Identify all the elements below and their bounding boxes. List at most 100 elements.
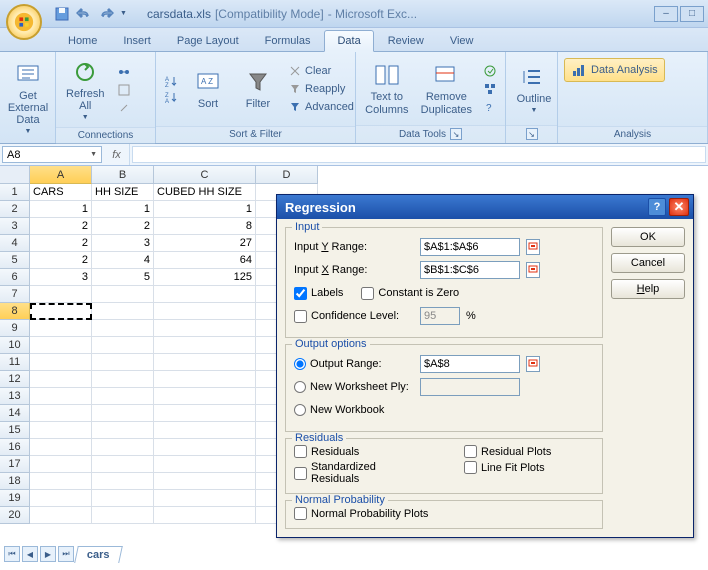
properties-button[interactable] (115, 82, 133, 98)
refedit-icon[interactable] (526, 239, 540, 255)
cell[interactable] (30, 388, 92, 405)
cell[interactable] (30, 405, 92, 422)
cell[interactable] (30, 490, 92, 507)
undo-icon[interactable] (76, 6, 92, 22)
edit-links-button[interactable] (115, 100, 133, 116)
consolidate-button[interactable] (481, 81, 499, 97)
row-header[interactable]: 15 (0, 422, 30, 439)
fx-icon[interactable]: fx (104, 144, 130, 165)
cell[interactable] (30, 337, 92, 354)
cancel-button[interactable]: Cancel (611, 253, 685, 273)
help-icon[interactable]: ? (648, 198, 666, 216)
name-box[interactable]: A8▼ (2, 146, 102, 163)
cell[interactable] (92, 490, 154, 507)
sort-az-button[interactable]: AZ (162, 73, 180, 89)
cell[interactable] (30, 354, 92, 371)
help-button[interactable]: Help (611, 279, 685, 299)
row-header[interactable]: 6 (0, 269, 30, 286)
cell[interactable] (92, 388, 154, 405)
normal-probability-plots-checkbox[interactable]: Normal Probability Plots (294, 507, 594, 520)
clear-button[interactable]: Clear (286, 63, 356, 79)
refedit-icon[interactable] (526, 262, 540, 278)
cell[interactable]: 125 (154, 269, 256, 286)
cell[interactable] (30, 439, 92, 456)
redo-icon[interactable] (98, 6, 114, 22)
cell[interactable]: 1 (30, 201, 92, 218)
data-analysis-button[interactable]: Data Analysis (564, 58, 665, 82)
save-icon[interactable] (54, 6, 70, 22)
reapply-button[interactable]: Reapply (286, 81, 356, 97)
x-range-input[interactable]: $B$1:$C$6 (420, 261, 520, 279)
sheet-tab-cars[interactable]: cars (74, 546, 122, 563)
row-header[interactable]: 2 (0, 201, 30, 218)
tab-review[interactable]: Review (376, 31, 436, 51)
first-sheet-button[interactable]: ⏮ (4, 546, 20, 562)
cell[interactable] (92, 354, 154, 371)
cell[interactable] (92, 303, 154, 320)
cell[interactable] (92, 422, 154, 439)
cell[interactable] (154, 388, 256, 405)
cell[interactable] (30, 456, 92, 473)
select-all-button[interactable] (0, 166, 30, 184)
row-header[interactable]: 3 (0, 218, 30, 235)
row-header[interactable]: 8 (0, 303, 30, 320)
remove-duplicates-button[interactable]: Remove Duplicates (418, 59, 475, 117)
sort-button[interactable]: A ZSort (186, 66, 230, 112)
cell[interactable]: 2 (30, 252, 92, 269)
tab-insert[interactable]: Insert (111, 31, 163, 51)
row-header[interactable]: 18 (0, 473, 30, 490)
cell[interactable] (92, 371, 154, 388)
cell[interactable] (154, 337, 256, 354)
cell[interactable] (92, 473, 154, 490)
cell[interactable]: CARS (30, 184, 92, 201)
what-if-button[interactable]: ? (481, 99, 499, 115)
connections-button[interactable] (115, 64, 133, 80)
refedit-icon[interactable] (526, 356, 540, 372)
cell[interactable]: CUBED HH SIZE (154, 184, 256, 201)
col-header-d[interactable]: D (256, 166, 318, 184)
cell[interactable] (92, 405, 154, 422)
office-button[interactable] (6, 4, 42, 40)
formula-input[interactable] (132, 146, 706, 163)
cell[interactable] (30, 303, 92, 320)
cell[interactable] (30, 286, 92, 303)
cell[interactable] (154, 354, 256, 371)
row-header[interactable]: 16 (0, 439, 30, 456)
ok-button[interactable]: OK (611, 227, 685, 247)
close-icon[interactable]: ✕ (669, 198, 689, 216)
data-validation-button[interactable] (481, 63, 499, 79)
output-range-radio[interactable]: Output Range: (294, 358, 414, 370)
output-range-input[interactable]: $A$8 (420, 355, 520, 373)
dialog-launcher-icon[interactable]: ↘ (526, 128, 538, 140)
new-workbook-radio[interactable]: New Workbook (294, 404, 384, 416)
refresh-all-button[interactable]: Refresh All▼ (62, 56, 109, 123)
cell[interactable] (30, 422, 92, 439)
cell[interactable] (92, 286, 154, 303)
col-header-c[interactable]: C (154, 166, 256, 184)
tab-page-layout[interactable]: Page Layout (165, 31, 251, 51)
row-header[interactable]: 14 (0, 405, 30, 422)
prev-sheet-button[interactable]: ◀ (22, 546, 38, 562)
last-sheet-button[interactable]: ⏭ (58, 546, 74, 562)
confidence-level-input[interactable]: 95 (420, 307, 460, 325)
standardized-residuals-checkbox[interactable]: Standardized Residuals (294, 461, 424, 485)
cell[interactable] (92, 337, 154, 354)
tab-view[interactable]: View (438, 31, 486, 51)
get-external-data-button[interactable]: Get External Data▼ (6, 58, 50, 137)
cell[interactable] (154, 422, 256, 439)
cell[interactable] (154, 473, 256, 490)
cell[interactable]: 1 (154, 201, 256, 218)
cell[interactable] (154, 286, 256, 303)
next-sheet-button[interactable]: ▶ (40, 546, 56, 562)
row-header[interactable]: 19 (0, 490, 30, 507)
cell[interactable]: 5 (92, 269, 154, 286)
dialog-launcher-icon[interactable]: ↘ (450, 128, 462, 140)
cell[interactable] (154, 320, 256, 337)
cell[interactable]: 2 (30, 218, 92, 235)
new-worksheet-input[interactable] (420, 378, 520, 396)
cell[interactable]: 2 (92, 218, 154, 235)
cell[interactable] (92, 439, 154, 456)
row-header[interactable]: 10 (0, 337, 30, 354)
cell[interactable] (30, 371, 92, 388)
cell[interactable] (30, 320, 92, 337)
